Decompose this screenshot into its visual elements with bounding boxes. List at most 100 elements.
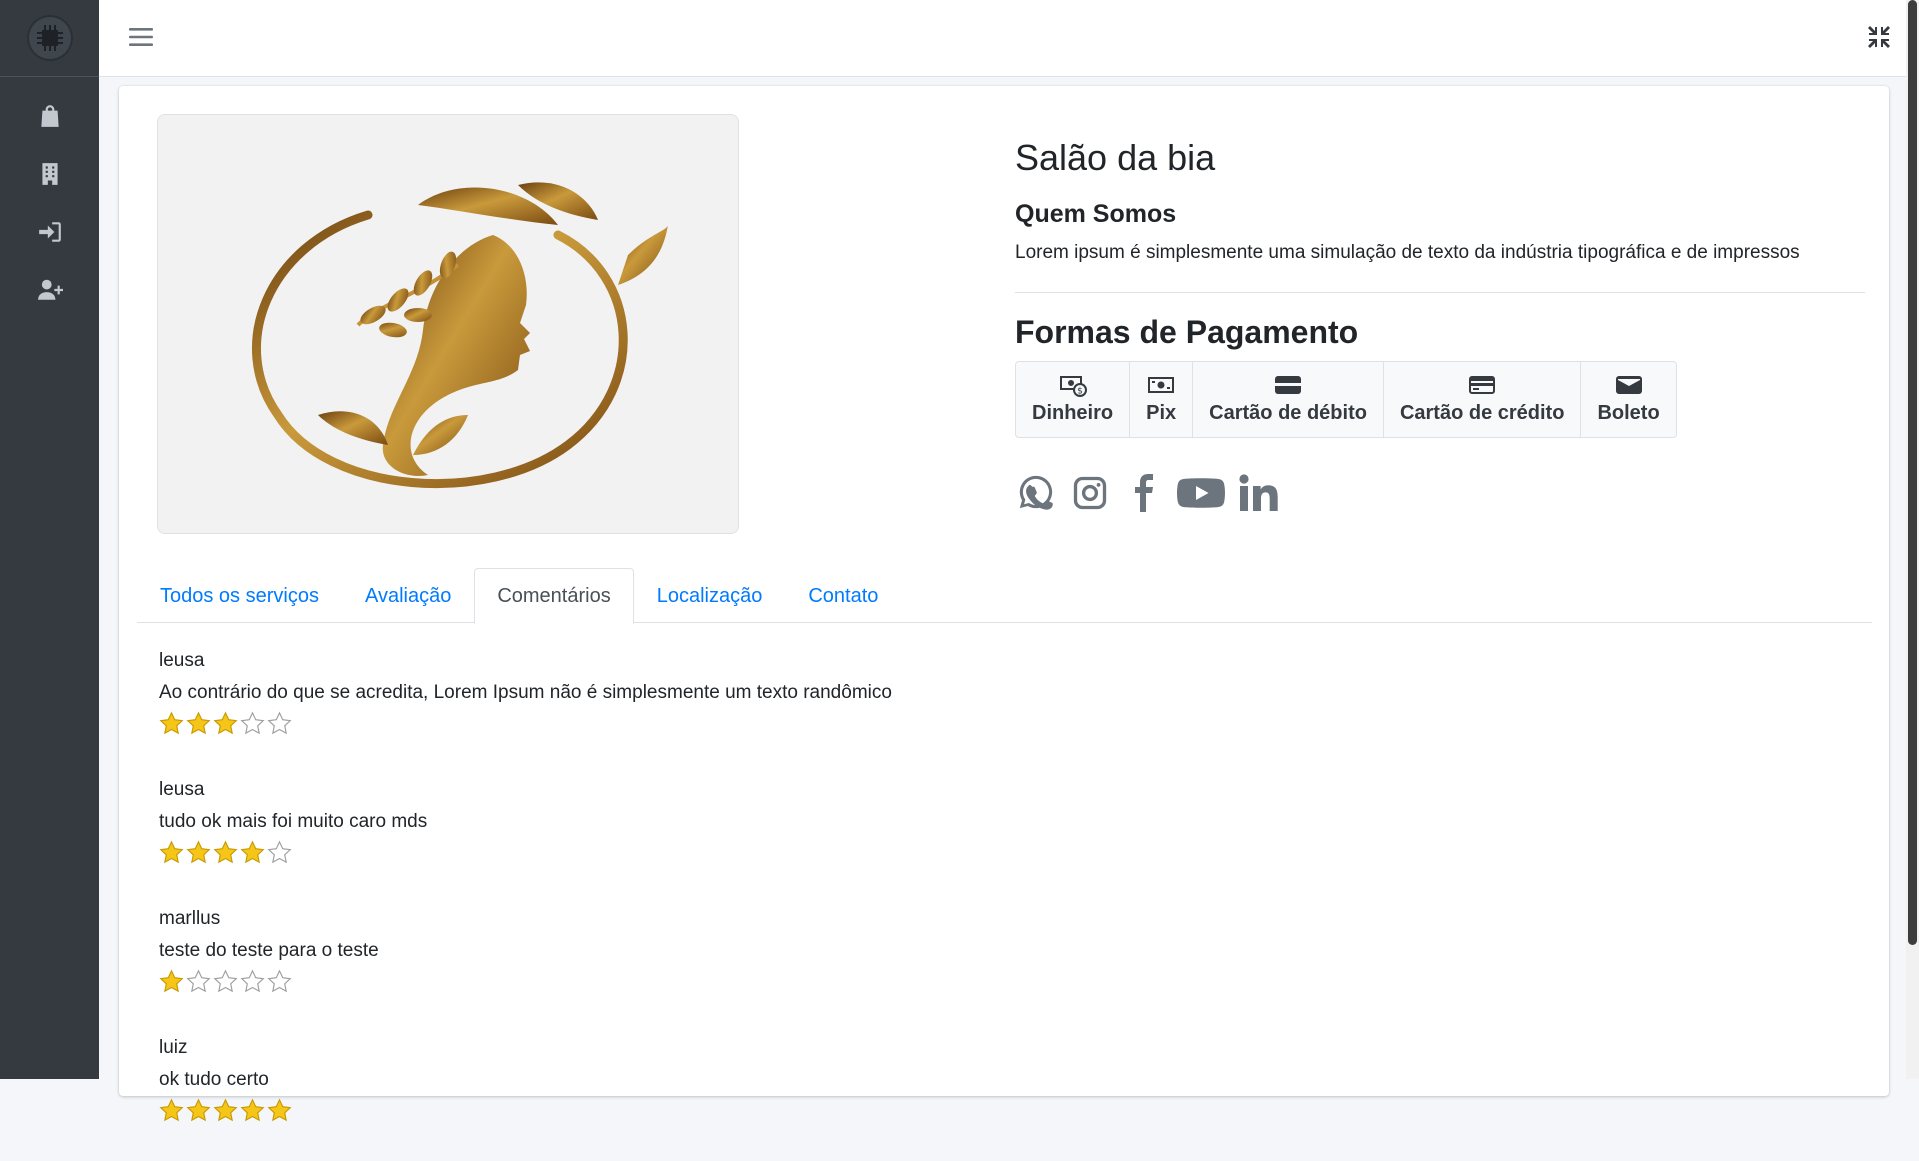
sidebar-nav xyxy=(0,77,99,319)
youtube-icon xyxy=(1177,478,1225,508)
comment-item: leusa Ao contrário do que se acredita, L… xyxy=(159,645,1859,774)
tab-location[interactable]: Localização xyxy=(634,568,786,624)
sign-in-icon xyxy=(38,222,61,242)
star-filled-icon xyxy=(267,1098,292,1122)
boleto-icon xyxy=(1615,376,1642,395)
instagram-icon xyxy=(1073,476,1107,510)
brand-logo[interactable] xyxy=(28,17,71,59)
star-empty-icon xyxy=(240,711,265,735)
star-filled-icon xyxy=(213,711,238,735)
youtube-link[interactable] xyxy=(1177,472,1225,514)
salon-logo-image xyxy=(252,182,668,489)
star-empty-icon xyxy=(240,969,265,993)
shopping-bag-icon xyxy=(40,105,59,127)
comment-item: marllus teste do teste para o teste xyxy=(159,903,1859,1032)
whatsapp-icon xyxy=(1019,475,1053,510)
facebook-link[interactable] xyxy=(1123,472,1165,514)
menu-toggle-button[interactable] xyxy=(129,26,153,48)
scrollbar-thumb[interactable] xyxy=(1908,0,1917,945)
comment-user: leusa xyxy=(159,650,205,671)
star-empty-icon xyxy=(267,711,292,735)
star-rating xyxy=(159,711,1859,736)
star-filled-icon xyxy=(159,711,184,735)
payment-label: Cartão de crédito xyxy=(1399,402,1565,425)
sidebar-item-buildings[interactable] xyxy=(0,145,99,203)
sidebar xyxy=(0,0,99,1079)
star-empty-icon xyxy=(267,969,292,993)
user-plus-icon xyxy=(37,279,63,300)
comment-text: Ao contrário do que se acredita, Lorem I… xyxy=(159,682,892,703)
payments-title: Formas de Pagamento xyxy=(1015,313,1359,350)
compress-icon xyxy=(1868,26,1890,48)
sidebar-item-register[interactable] xyxy=(0,261,99,319)
star-filled-icon xyxy=(186,711,211,735)
comment-item: luiz ok tudo certo xyxy=(159,1032,1859,1161)
business-card: Salão da bia Quem Somos Lorem ipsum é si… xyxy=(119,86,1889,1122)
pix-icon xyxy=(1148,377,1175,394)
content-tabs: Todos os serviços Avaliação Comentários … xyxy=(137,568,1872,624)
brand[interactable] xyxy=(0,0,99,77)
star-empty-icon xyxy=(267,840,292,864)
hamburger-icon xyxy=(129,28,153,46)
scrollbar[interactable] xyxy=(1906,0,1919,1079)
comment-user: marllus xyxy=(159,908,221,929)
sidebar-item-shop[interactable] xyxy=(0,87,99,145)
linkedin-icon xyxy=(1239,474,1278,512)
payment-label: Dinheiro xyxy=(1032,402,1114,425)
payment-cash-button[interactable]: $ Dinheiro xyxy=(1016,362,1131,438)
comment-text: tudo ok mais foi muito caro mds xyxy=(159,811,428,832)
facebook-icon xyxy=(1135,474,1153,513)
payment-label: Pix xyxy=(1146,402,1177,425)
comment-text: ok tudo certo xyxy=(159,1069,269,1090)
star-empty-icon xyxy=(213,969,238,993)
star-filled-icon xyxy=(240,840,265,864)
credit-card-icon xyxy=(1469,376,1496,395)
comment-text: teste do teste para o teste xyxy=(159,940,379,961)
payment-methods: $ Dinheiro Pix Cartão de débito Cartão d… xyxy=(1015,361,1677,439)
business-info: Salão da bia Quem Somos Lorem ipsum é si… xyxy=(1015,136,1865,514)
about-title: Quem Somos xyxy=(1015,200,1177,229)
star-filled-icon xyxy=(186,840,211,864)
social-links xyxy=(1015,472,1865,514)
star-rating xyxy=(159,969,1859,994)
whatsapp-link[interactable] xyxy=(1015,472,1057,514)
payment-debit-button[interactable]: Cartão de débito xyxy=(1193,362,1384,438)
tab-contact[interactable]: Contato xyxy=(785,568,901,624)
star-filled-icon xyxy=(240,1098,265,1122)
business-logo xyxy=(157,114,739,534)
star-empty-icon xyxy=(186,969,211,993)
payment-pix-button[interactable]: Pix xyxy=(1130,362,1194,438)
comment-user: luiz xyxy=(159,1037,188,1058)
star-filled-icon xyxy=(159,969,184,993)
payment-label: Cartão de débito xyxy=(1209,402,1367,425)
star-filled-icon xyxy=(159,1098,184,1122)
comments-list: leusa Ao contrário do que se acredita, L… xyxy=(159,645,1859,1161)
debit-card-icon xyxy=(1275,376,1302,395)
instagram-link[interactable] xyxy=(1069,472,1111,514)
star-filled-icon xyxy=(186,1098,211,1122)
about-text: Lorem ipsum é simplesmente uma simulação… xyxy=(1015,242,1800,264)
tab-comments[interactable]: Comentários xyxy=(474,568,634,624)
tab-all-services[interactable]: Todos os serviços xyxy=(137,568,342,624)
sidebar-item-login[interactable] xyxy=(0,203,99,261)
star-rating xyxy=(159,840,1859,865)
building-icon xyxy=(41,163,58,185)
business-name: Salão da bia xyxy=(1015,137,1216,178)
chip-icon xyxy=(36,25,63,51)
star-rating xyxy=(159,1098,1859,1123)
star-filled-icon xyxy=(213,1098,238,1122)
linkedin-link[interactable] xyxy=(1237,472,1279,514)
comment-item: leusa tudo ok mais foi muito caro mds xyxy=(159,774,1859,903)
svg-text:$: $ xyxy=(1077,387,1083,397)
comment-user: leusa xyxy=(159,779,205,800)
star-filled-icon xyxy=(213,840,238,864)
star-filled-icon xyxy=(159,840,184,864)
top-navbar xyxy=(99,0,1906,77)
fullscreen-toggle-button[interactable] xyxy=(1866,24,1892,50)
divider xyxy=(1015,291,1865,293)
payment-credit-button[interactable]: Cartão de crédito xyxy=(1384,362,1582,438)
payment-label: Boleto xyxy=(1597,402,1660,425)
tab-rating[interactable]: Avaliação xyxy=(342,568,474,624)
money-icon: $ xyxy=(1059,376,1087,398)
payment-boleto-button[interactable]: Boleto xyxy=(1581,362,1675,437)
